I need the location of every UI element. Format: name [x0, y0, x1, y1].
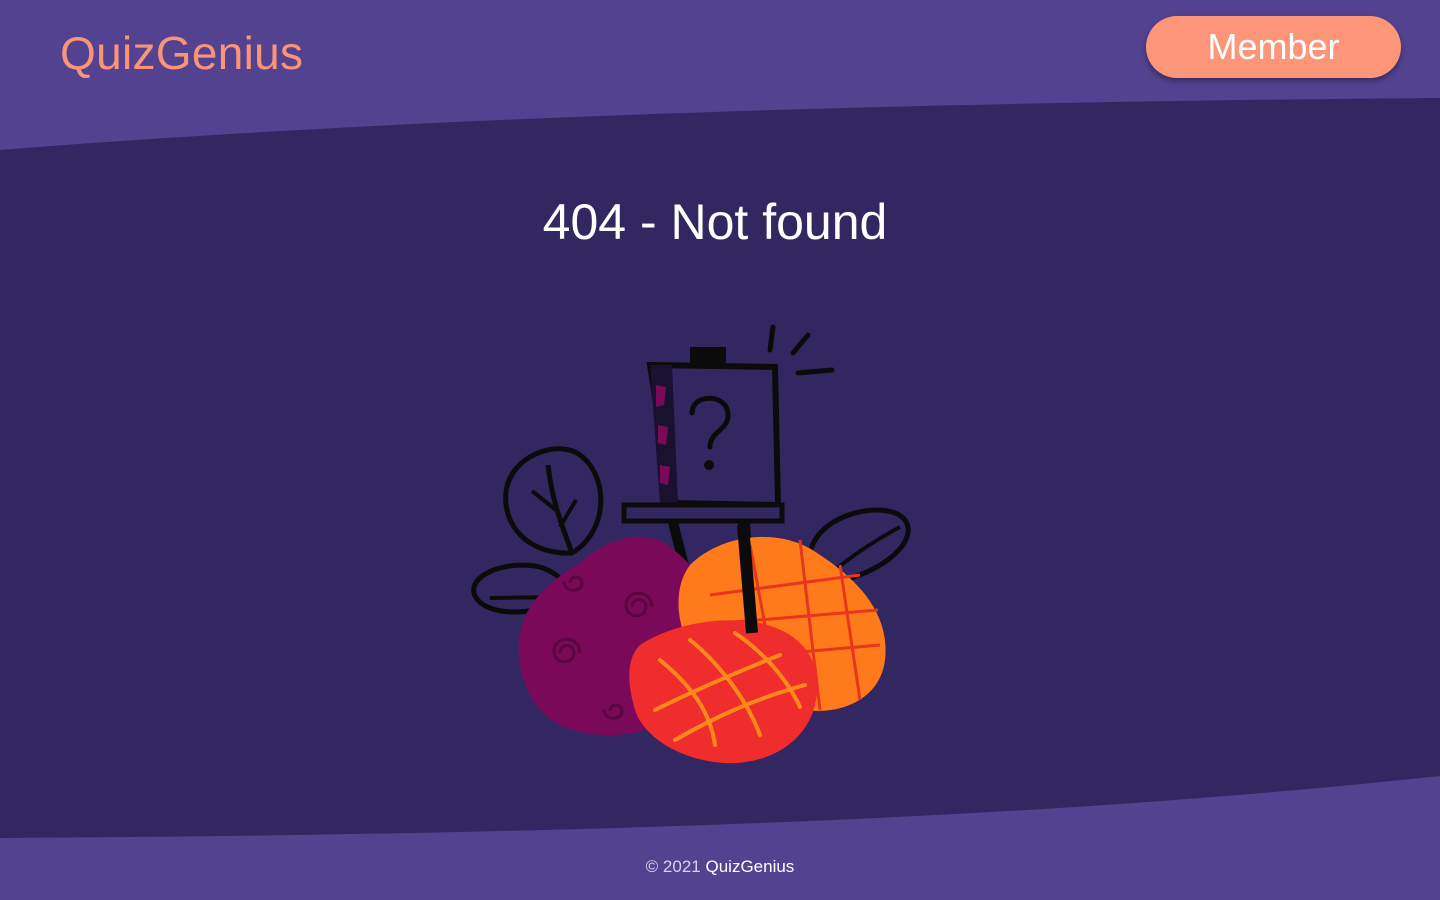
member-button[interactable]: Member — [1146, 16, 1401, 78]
top-header: QuizGenius Member — [0, 0, 1440, 100]
page-title: 404 - Not found — [542, 194, 888, 250]
easel-question-mark-illustration — [471, 324, 911, 764]
footer-brand-link[interactable]: QuizGenius — [705, 857, 794, 876]
copyright-text: © 2021 — [645, 857, 701, 876]
page: QuizGenius Member 404 - Not found © 2021… — [0, 0, 1440, 900]
page-footer: © 2021 QuizGenius — [0, 852, 1440, 882]
site-logo[interactable]: QuizGenius — [60, 26, 303, 80]
